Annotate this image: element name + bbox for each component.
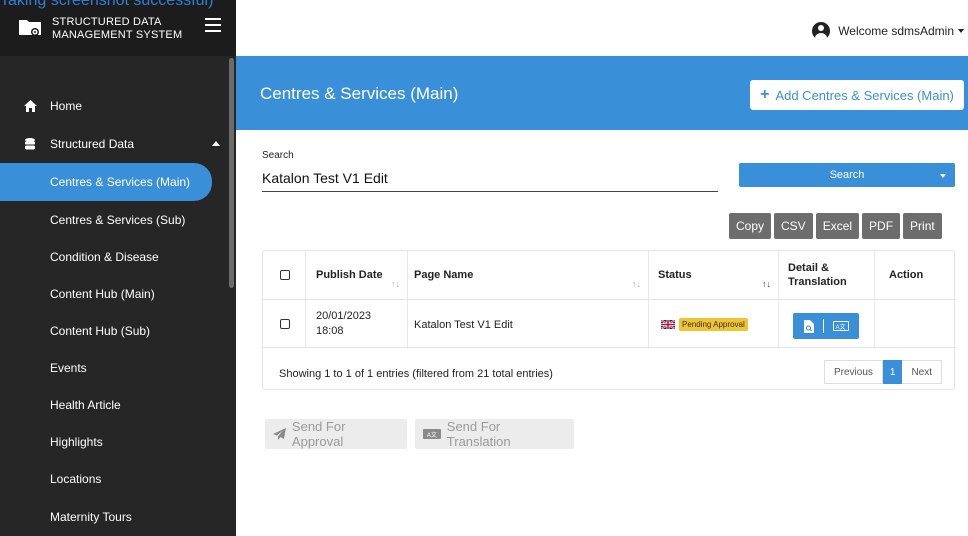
- column-header-page-name[interactable]: Page Name: [414, 251, 473, 299]
- add-centres-services-button[interactable]: + Add Centres & Services (Main): [750, 80, 964, 110]
- results-table: Publish Date ↑↓ Page Name ↑↓ Status ↑↓ D…: [262, 250, 956, 390]
- sidebar-item-condition-disease[interactable]: Condition & Disease: [0, 238, 230, 276]
- document-search-icon: [803, 319, 814, 333]
- sidebar-item-label: Condition & Disease: [50, 250, 159, 264]
- page-1-button[interactable]: 1: [882, 360, 903, 384]
- sidebar-item-label: Content Hub (Main): [50, 287, 155, 301]
- column-header-publish-date[interactable]: Publish Date: [316, 251, 383, 299]
- uk-flag-icon: [661, 320, 675, 329]
- send-for-approval-label: Send For Approval: [291, 419, 346, 449]
- user-avatar-icon: [812, 22, 831, 40]
- pagination: Previous 1 Next: [823, 360, 942, 384]
- export-toolbar: Copy CSV Excel PDF Print: [729, 213, 942, 239]
- select-all-checkbox[interactable]: [280, 270, 290, 280]
- brand-line-1: STRUCTURED DATA: [52, 16, 162, 28]
- page-title: Centres & Services (Main): [260, 84, 459, 103]
- sidebar-item-centres-services-main[interactable]: Centres & Services (Main): [0, 163, 212, 201]
- sidebar-item-centres-services-sub[interactable]: Centres & Services (Sub): [0, 201, 230, 239]
- plus-icon: +: [760, 86, 770, 103]
- row-checkbox[interactable]: [280, 319, 290, 329]
- next-page-button[interactable]: Next: [902, 360, 942, 384]
- sidebar-item-label: Locations: [50, 472, 102, 486]
- sidebar-item-label: Home: [50, 99, 83, 113]
- chevron-down-icon[interactable]: [940, 174, 946, 178]
- sort-icon[interactable]: ↑↓: [632, 279, 641, 289]
- send-for-translation-label: Send For Translation: [446, 419, 511, 449]
- table-info: Showing 1 to 1 of 1 entries (filtered fr…: [279, 368, 553, 380]
- search-input[interactable]: [262, 164, 718, 192]
- csv-button[interactable]: CSV: [774, 213, 813, 239]
- column-header-label: Publish Date: [316, 269, 383, 281]
- home-icon: [22, 100, 38, 112]
- search-button-label: Search: [829, 169, 865, 181]
- brand-line-2: MANAGEMENT SYSTEM: [52, 29, 183, 41]
- column-header-label: Status: [658, 269, 692, 281]
- status-cell: Pending Approval: [661, 318, 748, 331]
- excel-button[interactable]: Excel: [815, 213, 860, 239]
- publish-date-cell: 20/01/2023 18:08: [316, 309, 371, 339]
- user-menu[interactable]: Welcome sdmsAdmin: [812, 22, 964, 40]
- sidebar-scrollbar[interactable]: [229, 58, 234, 288]
- sidebar-item-label: Events: [50, 361, 87, 375]
- brand-title: STRUCTURED DATA MANAGEMENT SYSTEM: [52, 16, 182, 42]
- sidebar-item-content-hub-sub[interactable]: Content Hub (Sub): [0, 312, 230, 350]
- pdf-button[interactable]: PDF: [862, 213, 901, 239]
- sidebar-item-label: Health Article: [50, 398, 121, 412]
- copy-button[interactable]: Copy: [729, 213, 772, 239]
- sidebar-item-label: Content Hub (Sub): [50, 324, 151, 338]
- paper-plane-icon: [273, 428, 286, 440]
- column-header-action: Action: [889, 251, 923, 299]
- menu-toggle-icon[interactable]: [205, 18, 221, 32]
- sidebar-item-label: Structured Data: [50, 137, 135, 151]
- search-button[interactable]: Search: [739, 163, 955, 187]
- translate-icon: A文: [832, 321, 849, 331]
- sidebar-item-label: Highlights: [50, 435, 103, 449]
- page-name-cell[interactable]: Katalon Test V1 Edit: [414, 319, 513, 331]
- sidebar-item-home[interactable]: Home: [0, 87, 230, 125]
- previous-page-button[interactable]: Previous: [823, 360, 883, 384]
- sidebar-item-label: Centres & Services (Main): [50, 175, 191, 189]
- publish-date: 20/01/2023: [316, 310, 372, 322]
- publish-time: 18:08: [316, 325, 344, 337]
- database-icon: [22, 138, 38, 150]
- send-for-approval-button[interactable]: Send For Approval: [265, 419, 407, 449]
- detail-translation-button[interactable]: A文: [793, 313, 859, 339]
- status-badge: Pending Approval: [679, 318, 748, 331]
- sidebar-item-label: Centres & Services (Sub): [50, 213, 186, 227]
- sidebar-item-structured-data[interactable]: Structured Data: [0, 125, 230, 163]
- column-header-detail-translation: Detail & Translation: [788, 251, 868, 299]
- chevron-down-icon: [958, 29, 964, 33]
- top-bar: Welcome sdmsAdmin: [236, 0, 968, 56]
- sidebar: STRUCTURED DATA MANAGEMENT SYSTEM Home S…: [0, 0, 236, 536]
- column-header-label: Detail & Translation: [788, 262, 847, 288]
- column-header-label: Action: [889, 269, 924, 281]
- column-header-status[interactable]: Status: [658, 251, 692, 299]
- sidebar-item-maternity-tours[interactable]: Maternity Tours: [0, 498, 230, 536]
- sort-icon[interactable]: ↑↓: [762, 279, 771, 289]
- column-header-label: Page Name: [414, 269, 474, 281]
- screenshot-status-text: Taking screenshot successful): [0, 0, 214, 9]
- add-button-label: Add Centres & Services (Main): [775, 87, 954, 103]
- welcome-text: Welcome sdmsAdmin: [838, 24, 954, 38]
- search-label: Search: [262, 150, 294, 161]
- sidebar-item-health-article[interactable]: Health Article: [0, 386, 230, 424]
- translate-icon: A文: [423, 429, 441, 439]
- sidebar-item-locations[interactable]: Locations: [0, 460, 230, 498]
- sidebar-item-events[interactable]: Events: [0, 349, 230, 387]
- chevron-up-icon: [212, 141, 220, 146]
- folder-gear-icon: [19, 20, 41, 36]
- sidebar-item-label: Maternity Tours: [50, 510, 132, 524]
- send-for-translation-button[interactable]: A文 Send For Translation: [415, 419, 574, 449]
- sidebar-item-highlights[interactable]: Highlights: [0, 423, 230, 461]
- sidebar-item-content-hub-main[interactable]: Content Hub (Main): [0, 275, 230, 313]
- print-button[interactable]: Print: [903, 213, 942, 239]
- sort-icon[interactable]: ↑↓: [391, 279, 400, 289]
- page-header: Centres & Services (Main) + Add Centres …: [236, 56, 968, 130]
